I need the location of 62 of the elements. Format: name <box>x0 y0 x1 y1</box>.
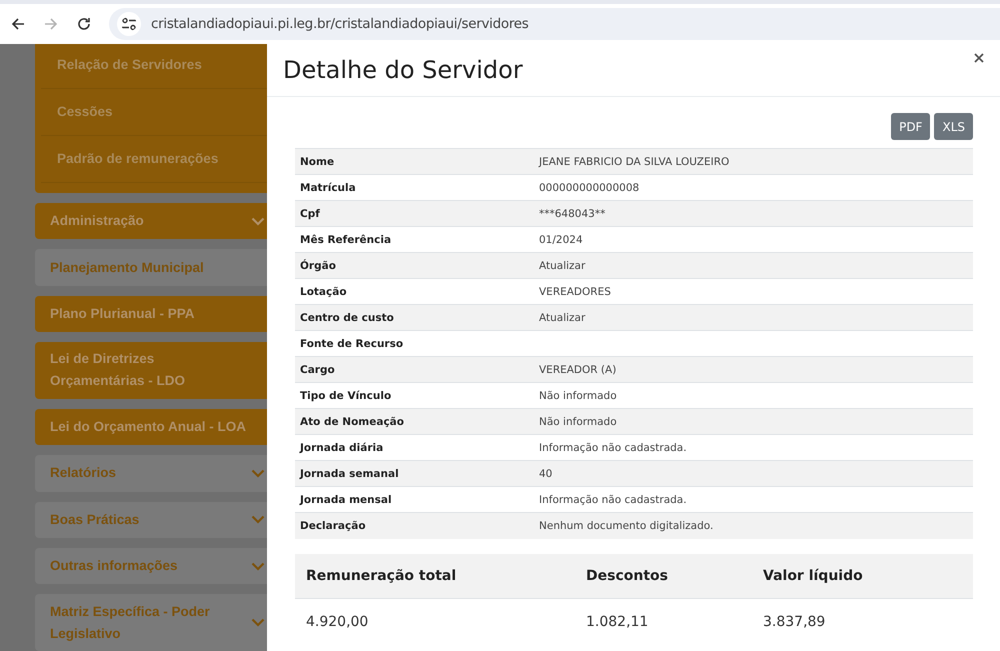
summary-value: 1.082,11 <box>586 614 650 630</box>
site-settings-icon[interactable] <box>117 12 141 36</box>
export-button[interactable]: XLS <box>934 113 973 140</box>
summary-value: 3.837,89 <box>763 614 826 630</box>
sidebar-item[interactable]: Lei do Orçamento Anual - LOA <box>35 408 267 446</box>
detail-label: Matrícula <box>295 174 538 200</box>
detail-label: Centro de custo <box>295 304 538 330</box>
sidebar-item-label: Matriz Específica - Poder Legislativo <box>50 602 211 643</box>
sidebar-item[interactable]: Relatórios <box>35 455 267 492</box>
detail-label: Declaração <box>295 512 538 538</box>
sidebar-item-label: Relatórios <box>50 464 116 482</box>
reload-icon[interactable] <box>76 16 92 32</box>
detail-label: Órgão <box>295 252 538 278</box>
detail-label: Tipo de Vínculo <box>295 382 538 408</box>
sidebar-item[interactable]: Outras informações <box>35 548 267 584</box>
modal-title: Detalhe do Servidor <box>283 56 523 84</box>
detail-value: JEANE FABRICIO DA SILVA LOUZEIRO <box>539 156 730 168</box>
sidebar-item-label: Plano Plurianual - PPA <box>50 304 195 323</box>
detail-value: Não informado <box>539 416 617 428</box>
detail-label: Lotação <box>295 278 538 304</box>
sidebar-item[interactable]: Lei de Diretrizes Orçamentárias - LDO <box>35 342 267 399</box>
sidebar-item[interactable]: Boas Práticas <box>35 502 267 538</box>
url-text: cristalandiadopiaui.pi.leg.br/cristalandiadopiaui/servidores <box>151 16 529 32</box>
detail-value: 000000000000008 <box>539 182 640 194</box>
summary-header: Remuneração total <box>305 568 458 584</box>
summary-header: Valor líquido <box>763 568 863 584</box>
close-icon[interactable] <box>974 53 984 63</box>
export-button[interactable]: PDF <box>891 113 930 140</box>
detail-label: Ato de Nomeação <box>295 408 538 434</box>
sidebar-item-label: Outras informações <box>50 557 178 576</box>
sidebar-item-label: Lei do Orçamento Anual - LOA <box>50 418 246 436</box>
detail-value: VEREADOR (A) <box>539 364 616 376</box>
detail-value: Nenhum documento digitalizado. <box>539 520 714 532</box>
detail-value: 01/2024 <box>539 234 583 246</box>
detail-label: Jornada diária <box>295 434 538 460</box>
detail-label: Mês Referência <box>295 226 538 252</box>
detail-label: Nome <box>295 148 538 174</box>
sidebar-item-label: Administração <box>50 212 144 230</box>
detail-label: Cargo <box>295 356 538 382</box>
detail-value: Atualizar <box>539 312 586 324</box>
sidebar-item-label: Boas Práticas <box>50 510 140 529</box>
detail-value: Informação não cadastrada. <box>539 494 687 506</box>
summary-header: Descontos <box>586 568 669 584</box>
sidebar-item[interactable]: Planejamento Municipal <box>35 249 267 286</box>
detail-value: ***648043** <box>539 208 606 220</box>
detail-label: Fonte de Recurso <box>295 330 538 356</box>
back-icon[interactable] <box>10 16 26 32</box>
sidebar-item-label: Planejamento Municipal <box>50 258 204 277</box>
detail-value: Atualizar <box>539 260 586 272</box>
detail-value: Informação não cadastrada. <box>539 442 687 454</box>
detail-value: Não informado <box>539 390 617 402</box>
summary-value: 4.920,00 <box>305 614 370 630</box>
detail-value: VEREADORES <box>539 286 611 298</box>
address-bar[interactable]: cristalandiadopiaui.pi.leg.br/cristalandiadopiaui/servidores <box>109 8 1000 40</box>
detail-label: Jornada mensal <box>295 486 538 512</box>
sidebar-item[interactable]: Administração <box>35 203 267 240</box>
sidebar-item[interactable]: Plano Plurianual - PPA <box>35 296 267 332</box>
detail-value: 40 <box>539 468 552 480</box>
detail-label: Jornada semanal <box>295 460 538 486</box>
detail-label: Cpf <box>295 200 538 226</box>
sidebar-item-label: Lei de Diretrizes Orçamentárias - LDO <box>50 350 186 390</box>
sidebar-item[interactable]: Matriz Específica - Poder Legislativo <box>35 594 267 651</box>
